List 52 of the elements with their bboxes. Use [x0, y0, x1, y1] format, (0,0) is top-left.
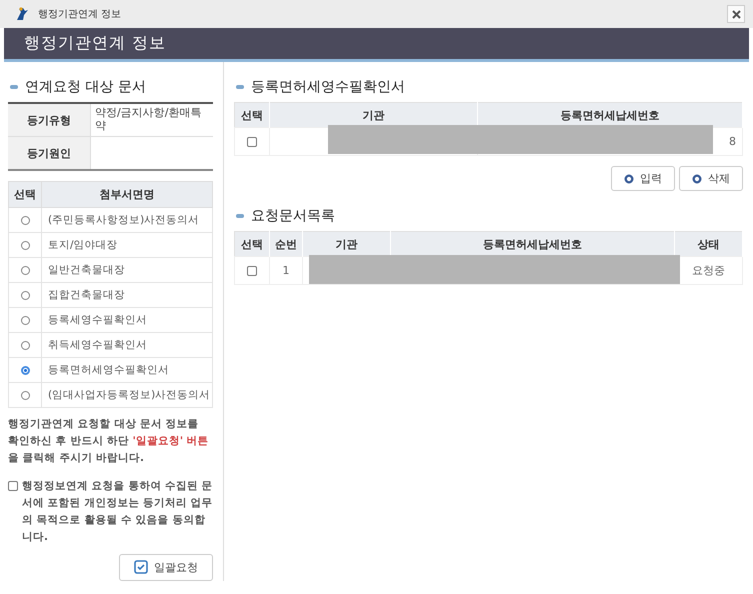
- section-title: 등록면허세영수필확인서: [251, 78, 405, 96]
- column-header: 순번: [270, 232, 302, 256]
- column-header: 첨부서면명: [42, 182, 212, 208]
- column-header: 상태: [674, 232, 742, 256]
- figure-icon: [14, 6, 30, 22]
- column-header: 등록면허세납세번호: [478, 102, 742, 128]
- document-name: 집합건축물대장: [42, 282, 212, 308]
- column-header: 기관: [302, 232, 390, 256]
- action-button[interactable]: 삭제: [679, 166, 743, 191]
- table-header-cell: 등기유형: [8, 103, 90, 136]
- close-icon: [732, 10, 740, 18]
- ring-icon: [692, 174, 702, 184]
- note-text: 행정기관연계 요청할 대상 문서 정보를 확인하신 후 반드시 하단 '일괄요청' 버튼 을 클릭해 주시기 바랍니다.: [8, 417, 210, 466]
- radio-button[interactable]: [20, 390, 30, 400]
- table-cell: 약정/금지사항/환매특약: [90, 103, 213, 136]
- consent-checkbox[interactable]: [8, 481, 18, 492]
- page-title: 행정기관연계 정보: [24, 33, 166, 54]
- bullet-icon: [10, 85, 18, 89]
- column-header: 기관: [270, 102, 478, 128]
- column-header: 선택: [8, 182, 42, 208]
- checkbox-icon: [134, 560, 148, 574]
- radio-button[interactable]: [20, 340, 30, 350]
- radio-button[interactable]: [20, 240, 30, 250]
- bullet-icon: [236, 214, 244, 218]
- consent-text: 행정정보연계 요청을 통하여 수집된 문서에 포함된 개인정보는 등기처리 업무의 목적으로 활용될 수 있음을 동의합니다.: [22, 479, 213, 545]
- close-button[interactable]: [727, 5, 745, 23]
- section-title: 요청문서목록: [251, 207, 335, 225]
- document-name: 등록면허세영수필확인서: [42, 358, 212, 382]
- document-name: (임대사업자등록정보)사전동의서: [42, 382, 212, 408]
- window-title: 행정기관연계 정보: [38, 8, 122, 21]
- radio-button[interactable]: [20, 316, 30, 325]
- column-header: 선택: [234, 102, 270, 128]
- section-title: 연계요청 대상 문서: [25, 78, 146, 96]
- column-header: 등록면허세납세번호: [390, 232, 674, 256]
- column-header: 선택: [234, 232, 270, 256]
- document-name: 토지/임야대장: [42, 232, 212, 258]
- action-button[interactable]: 입력: [611, 166, 675, 191]
- radio-button[interactable]: [20, 366, 30, 375]
- radio-button[interactable]: [20, 290, 30, 300]
- document-name: (주민등록사항정보)사전동의서: [42, 208, 212, 232]
- bullet-icon: [236, 85, 244, 89]
- row-checkbox[interactable]: [247, 136, 257, 147]
- radio-button[interactable]: [20, 216, 30, 225]
- batch-request-button[interactable]: 일괄요청: [119, 554, 213, 581]
- table-header-cell: 등기원인: [8, 136, 90, 170]
- document-name: 취득세영수필확인서: [42, 332, 212, 358]
- document-name: 등록세영수필확인서: [42, 308, 212, 332]
- row-checkbox[interactable]: [247, 266, 257, 276]
- ring-icon: [624, 174, 634, 184]
- document-name: 일반건축물대장: [42, 258, 212, 282]
- radio-button[interactable]: [20, 266, 30, 275]
- table-cell: 1: [270, 256, 302, 284]
